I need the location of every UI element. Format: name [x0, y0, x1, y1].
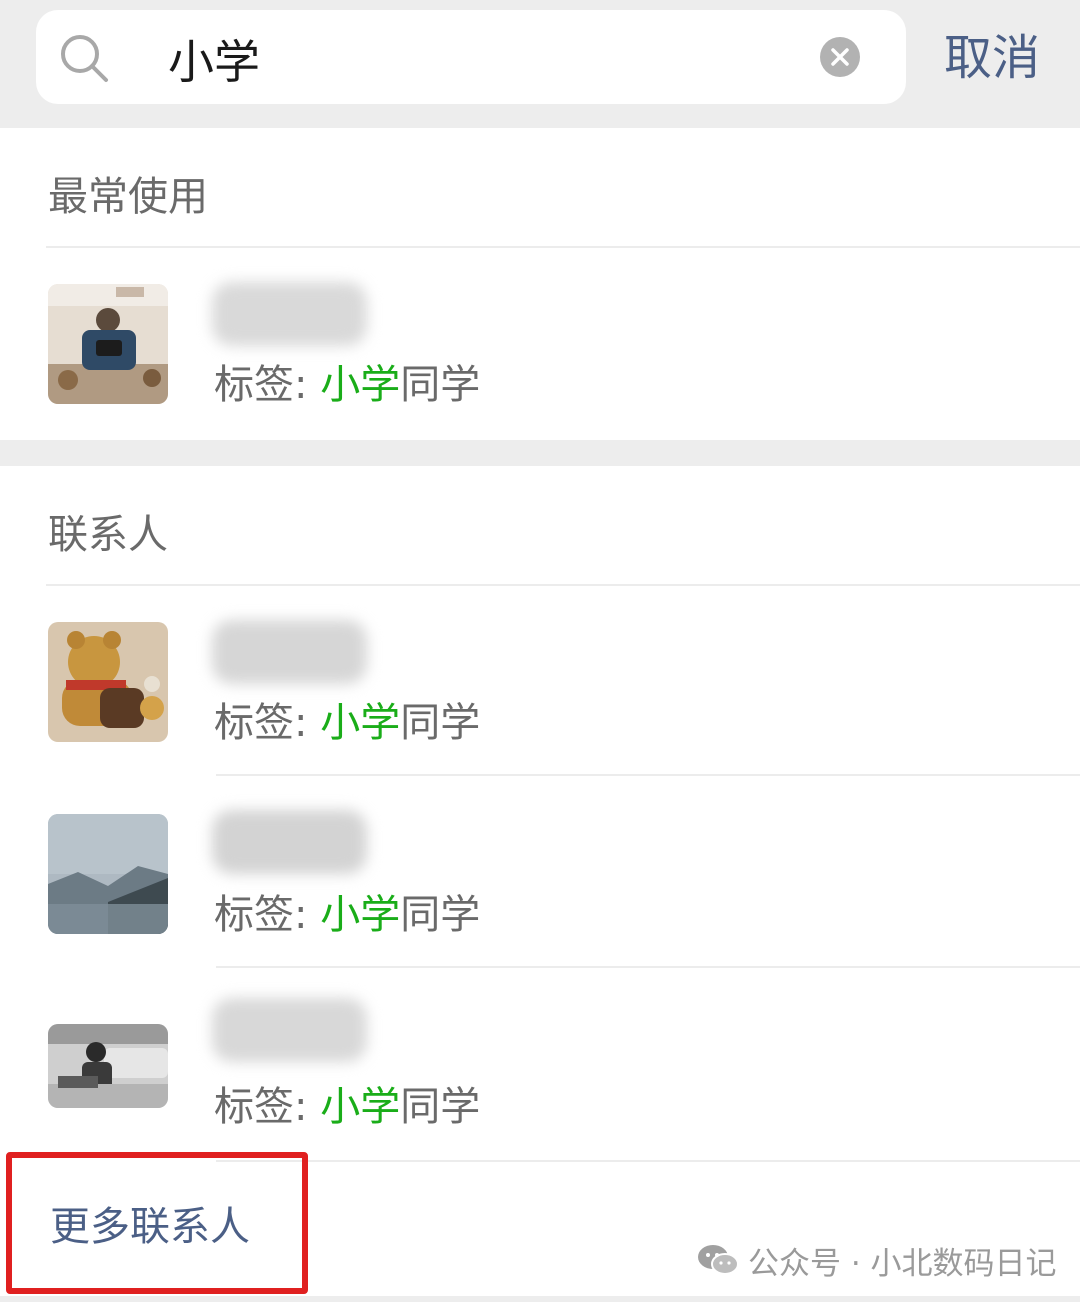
list-item[interactable]: 标签: 小学同学 — [0, 968, 1080, 1158]
list-item[interactable]: 标签: 小学同学 — [0, 248, 1080, 438]
tag-match-highlight: 小学 — [320, 700, 401, 746]
contact-tag: 标签: 小学同学 — [214, 362, 481, 408]
contact-tag: 标签: 小学同学 — [214, 1084, 481, 1130]
contact-name-redacted — [212, 998, 367, 1062]
search-input[interactable]: 小学 — [168, 36, 260, 88]
contact-tag: 标签: 小学同学 — [214, 892, 481, 938]
cancel-button[interactable]: 取消 — [944, 30, 1040, 86]
annotation-highlight-box — [6, 1152, 308, 1294]
avatar — [48, 284, 168, 404]
contact-name-redacted — [212, 810, 367, 874]
search-box[interactable]: 小学 — [36, 10, 906, 104]
avatar — [48, 814, 168, 934]
list-item[interactable]: 标签: 小学同学 — [0, 776, 1080, 966]
tag-match-highlight: 小学 — [320, 892, 401, 938]
wechat-icon — [698, 1245, 739, 1275]
contact-name-redacted — [212, 620, 367, 684]
watermark: 公众号 · 小北数码日记 — [696, 1238, 1057, 1282]
frequent-section-title: 最常使用 — [48, 174, 208, 220]
contacts-section-title: 联系人 — [48, 512, 168, 558]
frequent-section: 最常使用 标签: 小学同学 — [0, 128, 1080, 440]
search-icon — [61, 35, 108, 82]
avatar — [48, 1024, 168, 1108]
tag-match-highlight: 小学 — [320, 1084, 401, 1130]
divider — [216, 1160, 1080, 1162]
tag-match-highlight: 小学 — [320, 362, 401, 408]
contact-name-redacted — [212, 282, 367, 346]
avatar — [48, 622, 168, 742]
clear-icon[interactable] — [820, 37, 860, 77]
watermark-text: 公众号 · 小北数码日记 — [748, 1245, 1057, 1282]
contact-tag: 标签: 小学同学 — [214, 700, 481, 746]
search-header: 小学 取消 — [0, 0, 1080, 128]
list-item[interactable]: 标签: 小学同学 — [0, 586, 1080, 776]
